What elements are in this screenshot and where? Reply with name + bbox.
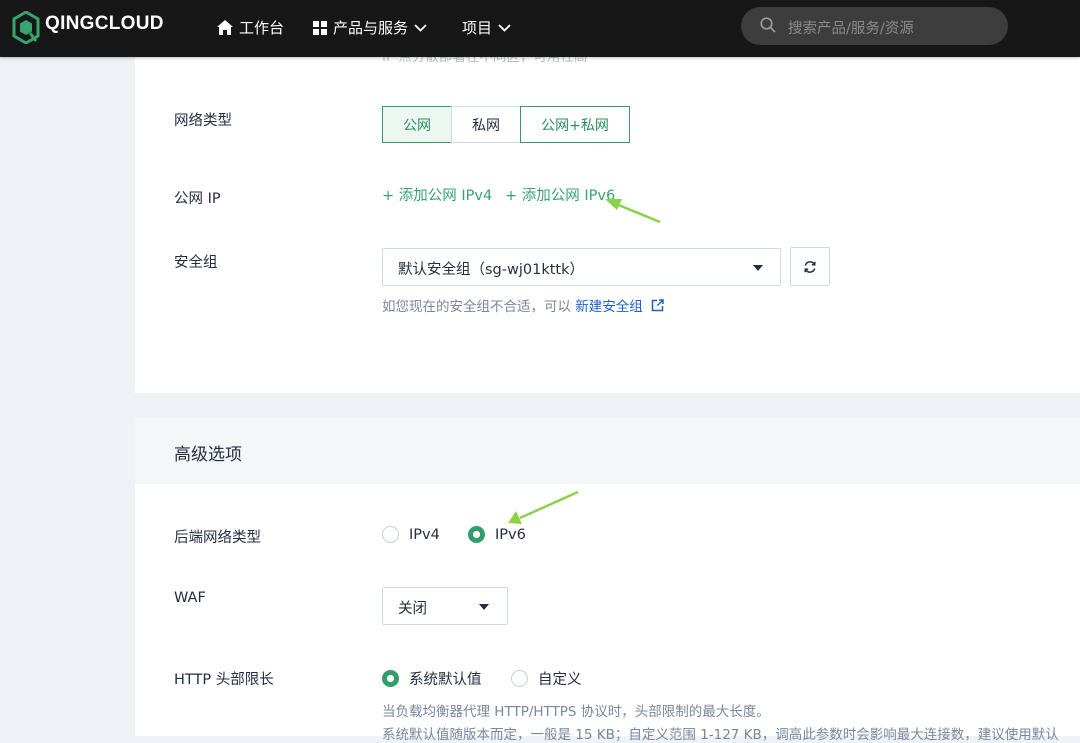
http-header-radio-default[interactable]: 系统默认值 [382, 668, 482, 689]
annotation-arrow-ipv6-radio [508, 490, 579, 524]
search-icon [760, 17, 776, 33]
waf-select[interactable]: 关闭 [382, 587, 508, 625]
chevron-down-icon [498, 23, 511, 32]
nav-workbench-label: 工作台 [239, 19, 285, 37]
waf-label: WAF [174, 590, 206, 606]
http-header-radio-custom[interactable]: 自定义 [511, 668, 582, 689]
radio-custom[interactable] [511, 670, 528, 687]
nav-projects[interactable]: 项目 [462, 17, 511, 38]
http-header-limit-label: HTTP 头部限长 [174, 672, 274, 688]
waf-value: 关闭 [398, 601, 427, 617]
home-icon [217, 20, 233, 35]
caret-down-icon [479, 604, 489, 610]
search-placeholder: 搜索产品/服务/资源 [788, 21, 914, 37]
http-header-hint-2: 系统默认值随版本而定，一般是 15 KB；自定义范围 1-127 KB，调高此参… [382, 727, 1059, 743]
nav-projects-label: 项目 [462, 19, 493, 37]
qingcloud-logo-icon[interactable] [12, 11, 40, 44]
nav-products[interactable]: 产品与服务 [313, 17, 427, 38]
global-search[interactable]: 搜索产品/服务/资源 [741, 7, 1008, 45]
nav-workbench[interactable]: 工作台 [217, 17, 284, 38]
brand-name[interactable]: QINGCLOUD [45, 13, 164, 35]
nav-products-label: 产品与服务 [333, 19, 409, 37]
radio-default-label: 系统默认值 [409, 672, 482, 688]
radio-custom-label: 自定义 [538, 672, 582, 688]
chevron-down-icon [414, 23, 427, 32]
radio-default[interactable] [382, 670, 399, 687]
top-navbar: QINGCLOUD 工作台 产品与服务 项目 搜索产品/服务/资源 [0, 0, 1080, 57]
grid-icon [313, 20, 327, 35]
http-header-hint-1: 当负载均衡器代理 HTTP/HTTPS 协议时，头部限制的最大长度。 [382, 704, 770, 720]
